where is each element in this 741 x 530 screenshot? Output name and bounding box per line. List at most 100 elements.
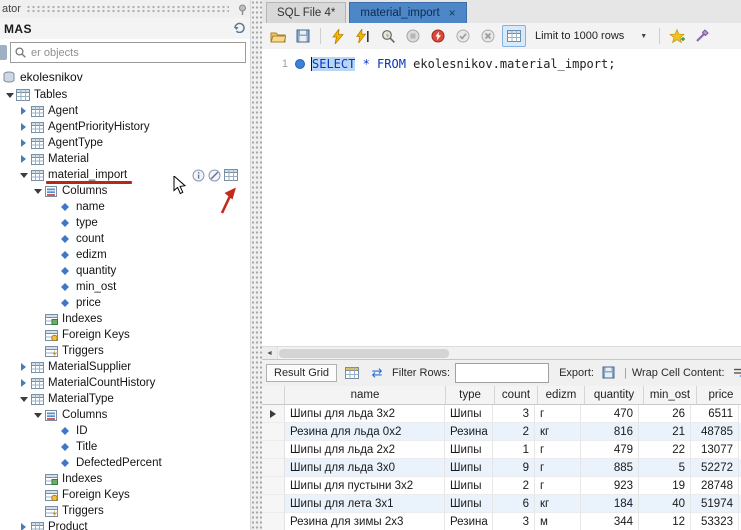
table-row[interactable]: Шипы для лета 3x1Шипы6кг1844051974: [262, 495, 741, 513]
cell-edizm[interactable]: г: [535, 459, 581, 477]
cell-count[interactable]: 2: [493, 477, 535, 495]
chevron-right-icon[interactable]: [18, 155, 29, 163]
cell-name[interactable]: Шипы для лета 3x1: [285, 495, 445, 513]
filter-rows-input[interactable]: [455, 363, 549, 383]
table-row[interactable]: Шипы для льда 2x2Шипы1г4792213077: [262, 441, 741, 459]
tree-item-agent[interactable]: Agent: [0, 103, 250, 119]
cell-quantity[interactable]: 923: [581, 477, 639, 495]
cell-price[interactable]: 28748: [691, 477, 739, 495]
table-row[interactable]: Резина для льда 0x2Резина2кг8162148785: [262, 423, 741, 441]
tree-item-id[interactable]: ID: [0, 423, 250, 439]
tree-item-tables[interactable]: Tables: [0, 87, 250, 103]
cell-price[interactable]: 51974: [691, 495, 739, 513]
toggle-autocommit-button[interactable]: [502, 25, 526, 47]
save-button[interactable]: [292, 26, 314, 46]
filter-objects-input[interactable]: er objects: [10, 42, 246, 63]
row-selector[interactable]: [262, 477, 285, 495]
cell-type[interactable]: Резина: [445, 513, 493, 530]
filter-type-icon[interactable]: [0, 45, 7, 60]
cell-min_ost[interactable]: 40: [639, 495, 691, 513]
tree-item-triggers[interactable]: Triggers: [0, 343, 250, 359]
cell-quantity[interactable]: 885: [581, 459, 639, 477]
tree-item-count[interactable]: count: [0, 231, 250, 247]
cell-price[interactable]: 53323: [691, 513, 739, 530]
cell-min_ost[interactable]: 5: [639, 459, 691, 477]
cell-count[interactable]: 1: [493, 441, 535, 459]
execute-query-button[interactable]: [327, 26, 349, 46]
cell-name[interactable]: Шипы для льда 3x2: [285, 405, 445, 423]
tab-close-icon[interactable]: ×: [449, 7, 456, 19]
cell-quantity[interactable]: 184: [581, 495, 639, 513]
editor-hscrollbar[interactable]: ◄: [262, 346, 741, 360]
refresh-schemas-icon[interactable]: [233, 21, 246, 36]
cell-name[interactable]: Шипы для льда 3x0: [285, 459, 445, 477]
tree-item-foreign-keys[interactable]: Foreign Keys: [0, 327, 250, 343]
cell-type[interactable]: Резина: [445, 423, 493, 441]
cell-name[interactable]: Резина для зимы 2x3: [285, 513, 445, 530]
tree-item-title[interactable]: Title: [0, 439, 250, 455]
chevron-right-icon[interactable]: [18, 123, 29, 131]
tree-item-type[interactable]: type: [0, 215, 250, 231]
cell-price[interactable]: 48785: [691, 423, 739, 441]
tree-item-min_ost[interactable]: min_ost: [0, 279, 250, 295]
column-header-price[interactable]: price: [697, 386, 741, 405]
chevron-down-icon[interactable]: [18, 173, 29, 178]
chevron-down-icon[interactable]: [18, 397, 29, 402]
tree-item-agenttype[interactable]: AgentType: [0, 135, 250, 151]
info-icon[interactable]: [192, 169, 205, 182]
commit-button[interactable]: [452, 26, 474, 46]
cell-edizm[interactable]: г: [535, 441, 581, 459]
tree-item-indexes[interactable]: Indexes: [0, 311, 250, 327]
tab-sql-file-4-[interactable]: SQL File 4*: [266, 2, 346, 23]
chevron-right-icon[interactable]: [18, 379, 29, 387]
cell-count[interactable]: 3: [493, 513, 535, 530]
cell-name[interactable]: Шипы для льда 2x2: [285, 441, 445, 459]
chevron-right-icon[interactable]: [18, 523, 29, 530]
sql-code-editor[interactable]: 1 SELECT * FROM ekolesnikov.material_imp…: [262, 49, 741, 346]
chevron-right-icon[interactable]: [18, 363, 29, 371]
chevron-down-icon[interactable]: [32, 413, 43, 418]
cell-count[interactable]: 6: [493, 495, 535, 513]
tree-item-triggers[interactable]: Triggers: [0, 503, 250, 519]
execute-current-statement-button[interactable]: [352, 26, 374, 46]
row-selector[interactable]: [262, 423, 285, 441]
cell-name[interactable]: Шипы для пустыни 3x2: [285, 477, 445, 495]
row-selector[interactable]: [262, 513, 285, 530]
tree-item-material_import[interactable]: material_import: [0, 167, 250, 183]
tree-item-agentpriorityhistory[interactable]: AgentPriorityHistory: [0, 119, 250, 135]
cell-min_ost[interactable]: 19: [639, 477, 691, 495]
cell-quantity[interactable]: 344: [581, 513, 639, 530]
column-header-type[interactable]: type: [446, 386, 495, 405]
add-snippet-button[interactable]: [666, 26, 688, 46]
toggle-stop-on-error-button[interactable]: [427, 26, 449, 46]
pin-icon[interactable]: [234, 4, 250, 15]
chevron-down-icon[interactable]: [32, 189, 43, 194]
cell-edizm[interactable]: кг: [535, 495, 581, 513]
cell-min_ost[interactable]: 12: [639, 513, 691, 530]
cell-edizm[interactable]: г: [535, 405, 581, 423]
cell-price[interactable]: 52272: [691, 459, 739, 477]
export-icon[interactable]: [599, 364, 619, 382]
cell-edizm[interactable]: кг: [535, 423, 581, 441]
row-selector[interactable]: [262, 405, 285, 423]
table-row[interactable]: Шипы для пустыни 3x2Шипы2г9231928748: [262, 477, 741, 495]
open-file-button[interactable]: [267, 26, 289, 46]
cell-quantity[interactable]: 479: [581, 441, 639, 459]
cell-edizm[interactable]: м: [535, 513, 581, 530]
cell-count[interactable]: 3: [493, 405, 535, 423]
cell-type[interactable]: Шипы: [445, 495, 493, 513]
table-row[interactable]: Резина для зимы 2x3Резина3м3441253323: [262, 513, 741, 530]
cell-type[interactable]: Шипы: [445, 477, 493, 495]
cell-quantity[interactable]: 816: [581, 423, 639, 441]
chevron-down-icon[interactable]: [4, 93, 15, 98]
tree-item-materialtype[interactable]: MaterialType: [0, 391, 250, 407]
cell-quantity[interactable]: 470: [581, 405, 639, 423]
cell-type[interactable]: Шипы: [445, 441, 493, 459]
tree-item-material[interactable]: Material: [0, 151, 250, 167]
cell-price[interactable]: 6511: [691, 405, 739, 423]
tree-item-materialcounthistory[interactable]: MaterialCountHistory: [0, 375, 250, 391]
column-header-name[interactable]: name: [285, 386, 446, 405]
cell-type[interactable]: Шипы: [445, 405, 493, 423]
row-selector[interactable]: [262, 495, 285, 513]
wrap-cell-content-icon[interactable]: [730, 364, 741, 382]
